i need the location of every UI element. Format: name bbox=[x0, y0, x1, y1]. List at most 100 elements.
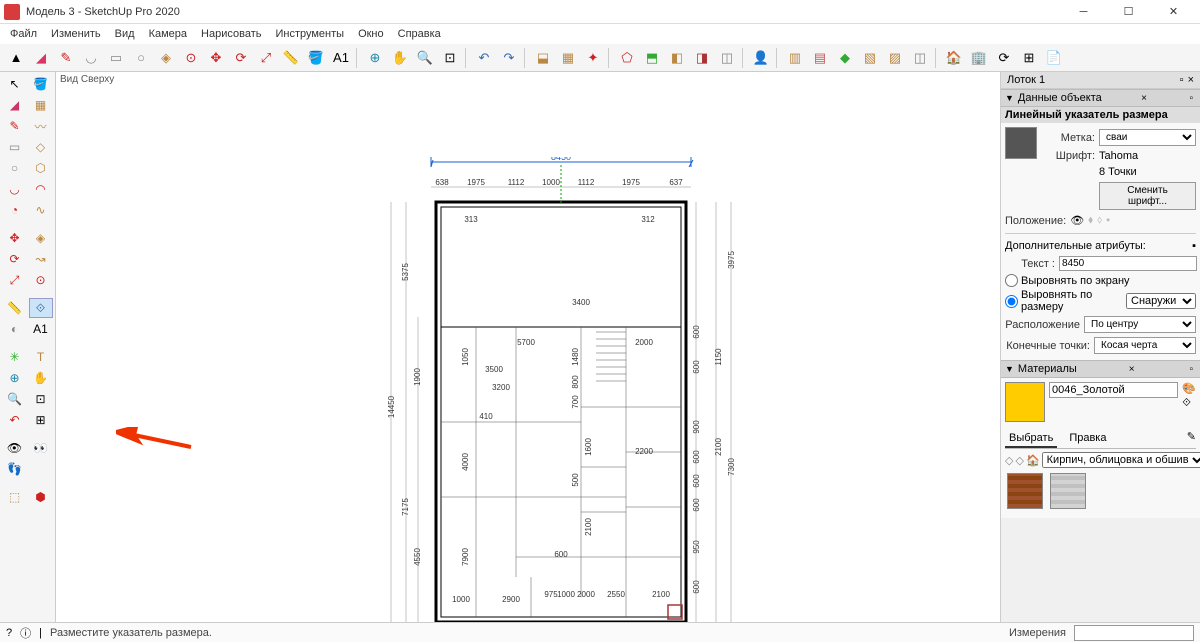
back-view-icon[interactable]: ◫ bbox=[715, 46, 739, 70]
close-button[interactable]: ✕ bbox=[1151, 0, 1196, 24]
section-close-icon[interactable]: × bbox=[1126, 364, 1138, 375]
viewport[interactable]: Вид Сверху 8450 638 1975 1112 1000 1112 … bbox=[56, 72, 1000, 622]
house-icon[interactable]: 🏠 bbox=[942, 46, 966, 70]
style-xray-icon[interactable]: ◫ bbox=[908, 46, 932, 70]
style-shaded-icon[interactable]: ◆ bbox=[833, 46, 857, 70]
style-mono-icon[interactable]: ▧ bbox=[858, 46, 882, 70]
explode-icon[interactable]: ✦ bbox=[581, 46, 605, 70]
rotate-tool-icon[interactable]: ⟳ bbox=[229, 46, 253, 70]
eraser-tool-icon[interactable]: ◢ bbox=[29, 46, 53, 70]
pushpull-tool-icon[interactable]: ◈ bbox=[154, 46, 178, 70]
eraser-icon[interactable]: ◢ bbox=[3, 95, 27, 115]
pencil-icon[interactable]: ✎ bbox=[3, 116, 27, 136]
text-tool-icon[interactable]: A1 bbox=[329, 46, 353, 70]
menu-edit[interactable]: Изменить bbox=[45, 26, 107, 42]
undo-icon[interactable]: ↶ bbox=[472, 46, 496, 70]
style-wire-icon[interactable]: ▥ bbox=[783, 46, 807, 70]
warehouse-icon[interactable]: 🏢 bbox=[967, 46, 991, 70]
paint-tool-icon[interactable]: 🪣 bbox=[304, 46, 328, 70]
walk-icon[interactable]: 👣 bbox=[3, 459, 27, 479]
layout-icon[interactable]: 📄 bbox=[1042, 46, 1066, 70]
text-icon[interactable]: A1 bbox=[29, 319, 53, 339]
make-group-icon[interactable]: ▦ bbox=[556, 46, 580, 70]
rotate-icon[interactable]: ⟳ bbox=[3, 249, 27, 269]
line-tool-icon[interactable]: ✎ bbox=[54, 46, 78, 70]
solid-icon[interactable]: ⬢ bbox=[29, 487, 53, 507]
lock-icon[interactable]: ⬧ bbox=[1088, 214, 1093, 227]
create-mat-icon[interactable]: 🎨 bbox=[1182, 382, 1196, 395]
orbit-icon[interactable]: ⊕ bbox=[3, 368, 27, 388]
minimize-button[interactable]: ─ bbox=[1061, 0, 1106, 24]
zoom-tool-icon[interactable]: 🔍 bbox=[413, 46, 437, 70]
entity-info-header[interactable]: ▼ Данные объекта × ▫ bbox=[1001, 89, 1200, 107]
endpoints-select[interactable]: Косая черта bbox=[1094, 337, 1196, 354]
look-icon[interactable]: 👀 bbox=[29, 438, 53, 458]
menu-view[interactable]: Вид bbox=[109, 26, 141, 42]
collection-select[interactable]: Кирпич, облицовка и обшив bbox=[1042, 452, 1200, 468]
tray-pin-icon[interactable]: ▫ bbox=[1180, 74, 1184, 86]
move-icon[interactable]: ✥ bbox=[3, 228, 27, 248]
text-input[interactable] bbox=[1059, 256, 1197, 271]
pie-icon[interactable]: ◔ bbox=[3, 200, 27, 220]
menu-camera[interactable]: Камера bbox=[143, 26, 193, 42]
front-view-icon[interactable]: ◧ bbox=[665, 46, 689, 70]
materials-header[interactable]: ▼ Материалы × ▫ bbox=[1001, 360, 1200, 378]
pushpull-icon[interactable]: ◈ bbox=[29, 228, 53, 248]
tape-tool-icon[interactable]: 📏 bbox=[279, 46, 303, 70]
rect-icon[interactable]: ▭ bbox=[3, 137, 27, 157]
visible-icon[interactable]: 👁 bbox=[1070, 214, 1084, 227]
measurements-input[interactable] bbox=[1074, 625, 1194, 641]
info-icon[interactable]: ⓘ bbox=[20, 625, 31, 641]
arc2-icon[interactable]: ◡ bbox=[3, 179, 27, 199]
component-icon[interactable]: ⬓ bbox=[531, 46, 555, 70]
axes-icon[interactable]: ✳ bbox=[3, 347, 27, 367]
tray-close-icon[interactable]: × bbox=[1188, 74, 1194, 86]
zoom-icon[interactable]: 🔍 bbox=[3, 389, 27, 409]
maximize-button[interactable]: ☐ bbox=[1106, 0, 1151, 24]
select-tool-icon[interactable]: ▲ bbox=[4, 46, 28, 70]
section-icon[interactable] bbox=[29, 459, 53, 479]
freehand-icon[interactable]: 〰 bbox=[29, 116, 53, 136]
style-tex-icon[interactable]: ▨ bbox=[883, 46, 907, 70]
select-icon[interactable]: ↖ bbox=[3, 74, 27, 94]
circle-icon[interactable]: ○ bbox=[3, 158, 27, 178]
arc3-icon[interactable]: ◠ bbox=[29, 179, 53, 199]
offset-icon[interactable]: ⊙ bbox=[29, 270, 53, 290]
align-screen-radio[interactable] bbox=[1005, 274, 1018, 287]
hide-icon[interactable]: ⬨ bbox=[1097, 214, 1102, 227]
sync-icon[interactable]: ⟳ bbox=[992, 46, 1016, 70]
section-pin-icon[interactable]: ▫ bbox=[1186, 93, 1196, 104]
right-view-icon[interactable]: ◨ bbox=[690, 46, 714, 70]
position-cam-icon[interactable]: 👁 bbox=[3, 438, 27, 458]
placement-select[interactable]: По центру bbox=[1084, 316, 1196, 333]
sandbox-icon[interactable]: ⬚ bbox=[3, 487, 27, 507]
3dtext-icon[interactable]: T bbox=[29, 347, 53, 367]
pan-tool-icon[interactable]: ✋ bbox=[388, 46, 412, 70]
orbit-tool-icon[interactable]: ⊕ bbox=[363, 46, 387, 70]
menu-draw[interactable]: Нарисовать bbox=[195, 26, 267, 42]
material-swatch[interactable] bbox=[1005, 382, 1045, 422]
sample-icon[interactable]: ✎ bbox=[1187, 430, 1196, 448]
menu-file[interactable]: Файл bbox=[4, 26, 43, 42]
tab-select[interactable]: Выбрать bbox=[1005, 430, 1057, 448]
material-thumb[interactable] bbox=[1050, 473, 1086, 509]
entity-color-swatch[interactable] bbox=[1005, 127, 1037, 159]
followme-icon[interactable]: ↝ bbox=[29, 249, 53, 269]
pan-icon[interactable]: ✋ bbox=[29, 368, 53, 388]
poly-icon[interactable]: ⬡ bbox=[29, 158, 53, 178]
help-icon[interactable]: ? bbox=[6, 627, 12, 639]
rect-tool-icon[interactable]: ▭ bbox=[104, 46, 128, 70]
bezier-icon[interactable]: ∿ bbox=[29, 200, 53, 220]
protractor-icon[interactable]: ◐ bbox=[3, 319, 27, 339]
scale-tool-icon[interactable]: ⤢ bbox=[254, 46, 278, 70]
tape-icon[interactable]: 📏 bbox=[3, 298, 27, 318]
change-font-button[interactable]: Сменить шрифт... bbox=[1099, 182, 1196, 210]
chip-icon[interactable]: ▪ bbox=[1192, 240, 1196, 252]
tab-edit[interactable]: Правка bbox=[1065, 430, 1110, 448]
arc-tool-icon[interactable]: ◡ bbox=[79, 46, 103, 70]
move-tool-icon[interactable]: ✥ bbox=[204, 46, 228, 70]
shadow-icon[interactable]: ⬩ bbox=[1106, 214, 1110, 227]
section-pin-icon[interactable]: ▫ bbox=[1186, 364, 1196, 375]
extents-icon[interactable]: ⊞ bbox=[29, 410, 53, 430]
nav-back-icon[interactable]: ◇ bbox=[1005, 454, 1013, 467]
